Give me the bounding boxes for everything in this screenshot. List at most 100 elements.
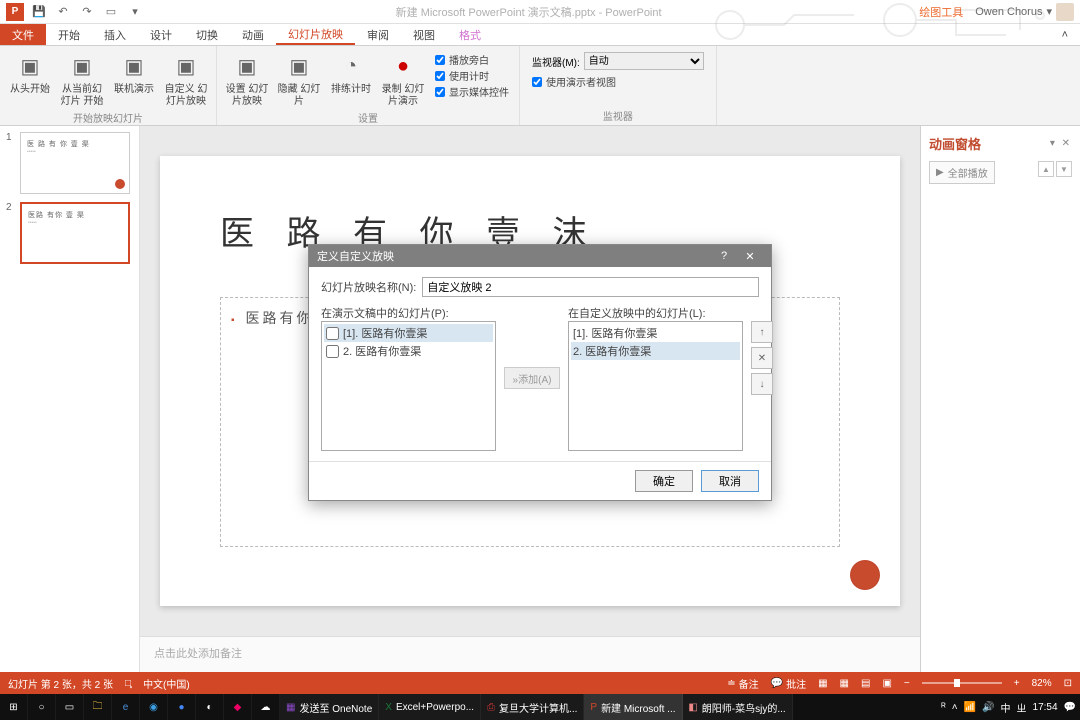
taskbar-app[interactable]: ◧ 朗阳师-菜鸟sjy的... [683,694,793,720]
move-up-button[interactable]: ↑ [751,321,773,343]
play-narrations-check[interactable]: 播放旁白 [435,52,509,67]
move-up-icon[interactable]: ▲ [1038,161,1054,177]
chrome-icon[interactable]: ◐ [196,694,224,720]
slideshow-name-input[interactable] [422,277,759,297]
fit-to-window-icon[interactable]: ⊡ [1064,678,1072,689]
tray-icon[interactable]: ᴿ [941,702,946,713]
list-item[interactable]: 2. 医路有你壹渠 [324,342,493,360]
clock[interactable]: 17:54 [1033,702,1058,713]
tray-icon[interactable]: 📶 [964,702,976,713]
tab-file[interactable]: 文件 [0,24,46,45]
animation-pane: 动画窗格 ▾ ✕ ▶ 全部播放 ▲▼ [920,126,1080,672]
save-icon[interactable]: 💾 [28,1,50,23]
record-slideshow-button[interactable]: ●录制 幻灯片演示 [379,48,427,108]
taskbar-app[interactable]: X Excel+Powerpo... [379,694,481,720]
tab-transitions[interactable]: 切换 [184,24,230,45]
tray-icon[interactable]: ˄ [952,702,958,713]
app-icon[interactable]: P [4,1,26,23]
comments-button[interactable]: 💬 批注 [771,676,806,691]
presenter-view-check[interactable]: 使用演示者视图 [532,74,704,89]
statusbar: 幻灯片 第 2 张，共 2 张 □͓ 中文(中国) ≐ 备注 💬 批注 ▦ ▦ … [0,672,1080,694]
spellcheck-icon[interactable]: □͓ [125,678,131,689]
app-icon[interactable]: ● [168,694,196,720]
taskbar-app[interactable]: ⎙ 复旦大学计算机... [481,694,584,720]
help-icon[interactable]: ? [711,250,737,262]
rehearse-timings-button[interactable]: ◔排练计时 [327,48,375,96]
sorter-view-icon[interactable]: ▦ [840,678,849,689]
app-icon[interactable]: ◆ [224,694,252,720]
zoom-slider[interactable] [922,682,1002,684]
play-all-button[interactable]: ▶ 全部播放 [929,161,995,184]
ok-button[interactable]: 确定 [635,470,693,492]
ime-indicator[interactable]: 中 [1001,700,1011,715]
ribbon-tabs: 文件 开始 插入 设计 切换 动画 幻灯片放映 审阅 视图 格式 ˄ [0,24,1080,46]
notes-pane[interactable]: 点击此处添加备注 [140,636,920,672]
explorer-icon[interactable]: 🗀 [84,694,112,720]
taskview-icon[interactable]: ▭ [56,694,84,720]
tab-home[interactable]: 开始 [46,24,92,45]
add-button[interactable]: »添加(A) [504,367,560,389]
present-online-button[interactable]: ▣联机演示 [110,48,158,96]
tab-view[interactable]: 视图 [401,24,447,45]
setup-slideshow-button[interactable]: ▣设置 幻灯片放映 [223,48,271,108]
tab-format[interactable]: 格式 [447,24,493,45]
cancel-button[interactable]: 取消 [701,470,759,492]
zoom-out-icon[interactable]: − [904,678,910,689]
remove-button[interactable]: ✕ [751,347,773,369]
tray-icon[interactable]: 🔊 [982,702,994,713]
taskbar-app[interactable]: P 新建 Microsoft ... [584,694,682,720]
move-down-icon[interactable]: ▼ [1056,161,1072,177]
dialog-title-text: 定义自定义放映 [317,248,394,264]
normal-view-icon[interactable]: ▦ [818,678,827,689]
slideshow-view-icon[interactable]: ▣ [882,678,891,689]
close-icon[interactable]: ✕ [737,250,763,263]
presentation-slides-list[interactable]: [1]. 医路有你壹渠 2. 医路有你壹渠 [321,321,496,451]
list-item[interactable]: [1]. 医路有你壹渠 [324,324,493,342]
undo-icon[interactable]: ↶ [52,1,74,23]
notes-button[interactable]: ≐ 备注 [727,676,758,691]
tab-animations[interactable]: 动画 [230,24,276,45]
app-icon[interactable]: ◉ [140,694,168,720]
app-icon[interactable]: ☁ [252,694,280,720]
avatar [1056,3,1074,21]
thumbnail[interactable]: 2 医路 有你 壹 渠••••• [6,202,133,264]
animation-pane-controls[interactable]: ▾ ✕ [1050,138,1072,149]
search-icon[interactable]: ○ [28,694,56,720]
move-down-button[interactable]: ↓ [751,373,773,395]
tab-slideshow[interactable]: 幻灯片放映 [276,24,355,45]
group-label-monitors: 监视器 [526,106,710,123]
dialog-titlebar[interactable]: 定义自定义放映 ? ✕ [309,245,771,267]
titlebar: P 💾 ↶ ↷ ▭ ▾ 新建 Microsoft PowerPoint 演示文稿… [0,0,1080,24]
hide-slide-button[interactable]: ▣隐藏 幻灯片 [275,48,323,108]
qat-more-icon[interactable]: ▾ [124,1,146,23]
start-button[interactable]: ⊞ [0,694,28,720]
redo-icon[interactable]: ↷ [76,1,98,23]
edge-icon[interactable]: e [112,694,140,720]
monitor-select[interactable]: 自动 [584,52,704,70]
from-current-button[interactable]: ▣从当前幻灯片 开始 [58,48,106,108]
taskbar-app[interactable]: ▦ 发送至 OneNote [280,694,379,720]
custom-slideshow-button[interactable]: ▣自定义 幻灯片放映 [162,48,210,108]
list-item[interactable]: 2. 医路有你壹渠 [571,342,740,360]
from-beginning-button[interactable]: ▣从头开始 [6,48,54,96]
ribbon-collapse-icon[interactable]: ˄ [1050,24,1080,45]
zoom-in-icon[interactable]: + [1014,678,1020,689]
tab-design[interactable]: 设计 [138,24,184,45]
tab-review[interactable]: 审阅 [355,24,401,45]
language-indicator[interactable]: 中文(中国) [143,676,190,691]
thumbnail[interactable]: 1 医 路 有 你 壹 渠••••• [6,132,133,194]
show-media-controls-check[interactable]: 显示媒体控件 [435,84,509,99]
notifications-icon[interactable]: 💬 [1064,702,1076,713]
user-account[interactable]: Owen Chorus ▾ [975,3,1074,21]
start-show-icon[interactable]: ▭ [100,1,122,23]
ime-indicator[interactable]: ㄓ [1017,700,1027,715]
use-timings-check[interactable]: 使用计时 [435,68,509,83]
system-tray[interactable]: ᴿ ˄ 📶 🔊 中 ㄓ 17:54 💬 [941,700,1080,715]
custom-show-slides-list[interactable]: [1]. 医路有你壹渠 2. 医路有你壹渠 [568,321,743,451]
reading-view-icon[interactable]: ▤ [861,678,870,689]
name-label: 幻灯片放映名称(N): [321,279,416,295]
zoom-level[interactable]: 82% [1032,678,1052,689]
group-label-start: 开始放映幻灯片 [6,108,210,125]
list-item[interactable]: [1]. 医路有你壹渠 [571,324,740,342]
tab-insert[interactable]: 插入 [92,24,138,45]
